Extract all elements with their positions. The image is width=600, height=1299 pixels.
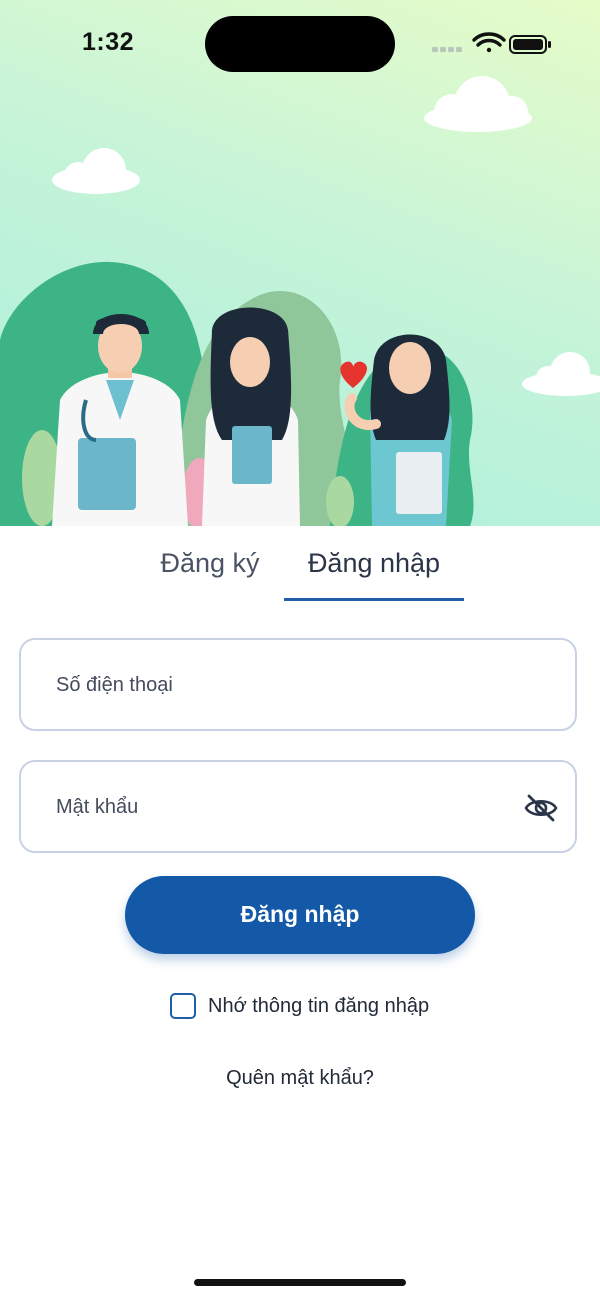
status-bar: 1:32: [0, 0, 600, 90]
phone-input[interactable]: Số điện thoại: [19, 638, 577, 731]
login-button[interactable]: Đăng nhập: [125, 876, 475, 954]
battery-icon: [509, 35, 551, 54]
heart-icon: [340, 361, 368, 388]
password-input[interactable]: Mật khẩu: [19, 760, 577, 853]
forgot-password-link[interactable]: Quên mật khẩu?: [0, 1067, 600, 1090]
tab-login[interactable]: Đăng nhập: [284, 548, 464, 579]
signal-icon: [432, 47, 462, 52]
remember-checkbox[interactable]: [170, 993, 196, 1019]
login-button-label: Đăng nhập: [240, 901, 360, 927]
password-placeholder: Mật khẩu: [56, 796, 139, 818]
status-time: 1:32: [82, 28, 135, 56]
tab-register[interactable]: Đăng ký: [140, 548, 280, 579]
home-indicator[interactable]: [194, 1279, 406, 1286]
auth-tabs: Đăng ký Đăng nhập: [0, 526, 600, 606]
active-tab-indicator: [284, 598, 464, 601]
status-icons: [432, 32, 551, 54]
wifi-icon: [472, 32, 506, 53]
dynamic-island: [205, 16, 395, 72]
phone-placeholder: Số điện thoại: [56, 674, 173, 696]
hero-illustration: 1:32: [0, 0, 600, 526]
eye-slash-icon[interactable]: [523, 792, 559, 824]
remember-label: Nhớ thông tin đăng nhập: [208, 995, 430, 1017]
